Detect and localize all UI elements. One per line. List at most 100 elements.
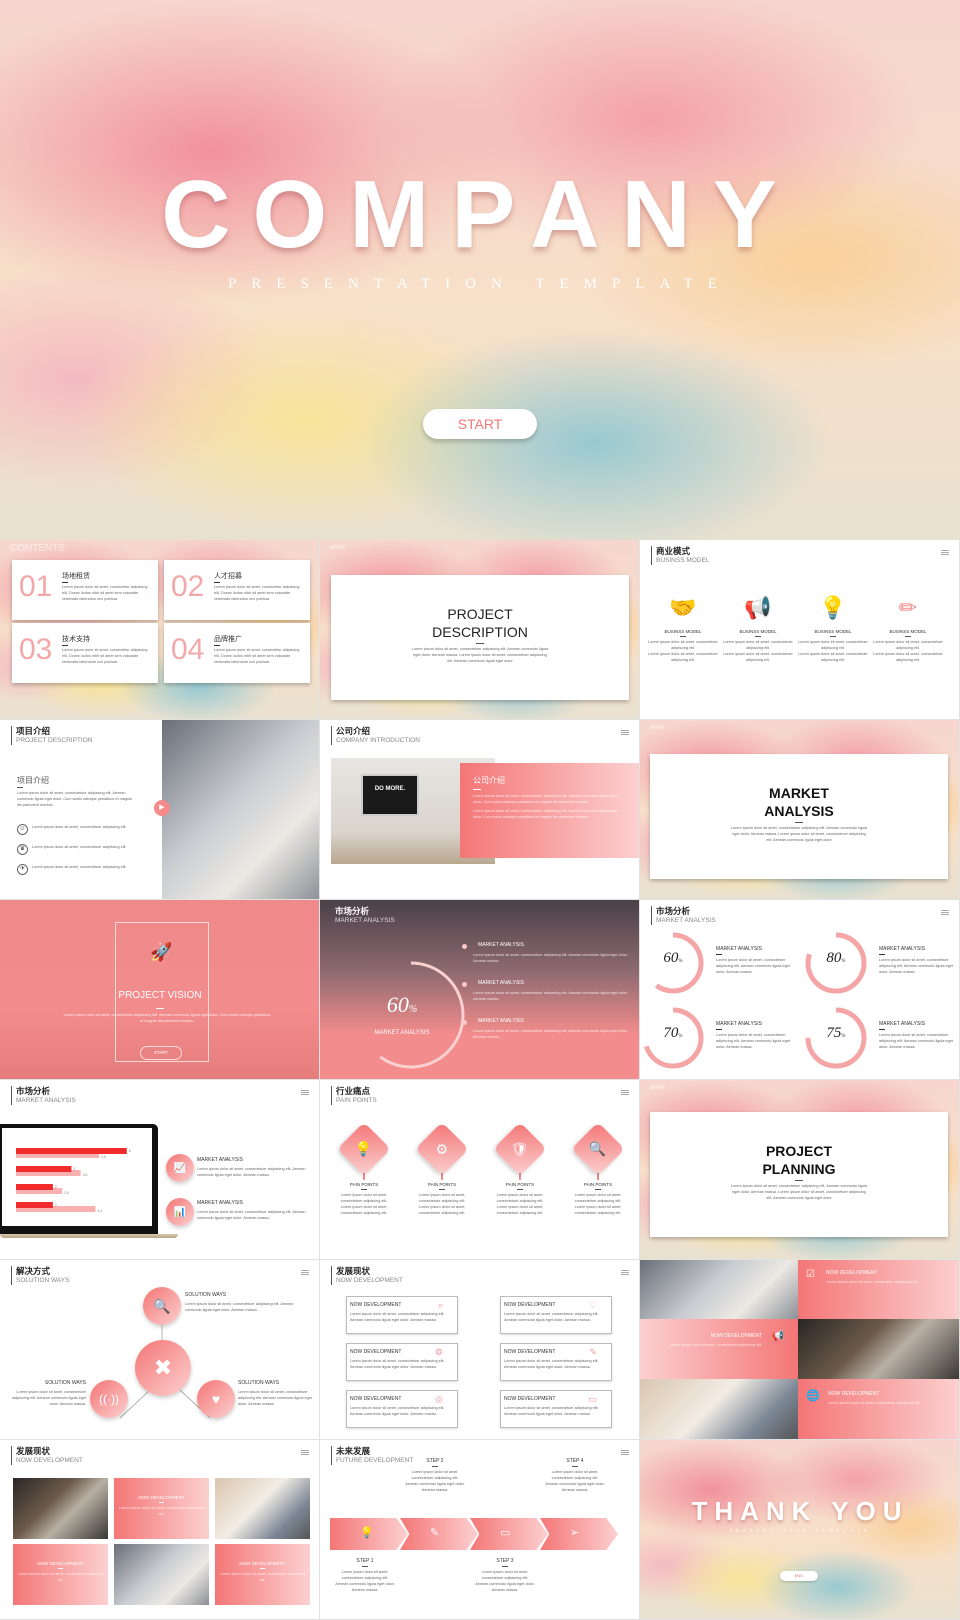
bar-series1 [16,1148,127,1154]
slide-company-intro[interactable]: 公司介绍 COMPANY INTRODUCTION DO MORE. 公司介绍 L… [320,720,640,900]
card-number: 01 [19,570,53,603]
text-line: bibendum orci pulvinar. [79,597,119,601]
card-text: Lorem ipsum dolor sit amet, consectetur … [214,647,306,665]
slide-now-development-grid[interactable]: 发展现状 NOW DEVELOPMENT NOW DEVELOPMENT Lore… [0,1440,320,1620]
photo [640,1379,798,1439]
step-text: Lorem ipsum dolor sit amet, consectetuer… [545,1470,605,1492]
slide-solution-ways[interactable]: 解决方式 SOLUTION WAYS 🔍 ✖ ((·)) ♥ SOLUTION W… [0,1260,320,1440]
header-cn: 项目介绍 [16,726,51,736]
item-text: Lorem ipsum dolor sit amet, consectetuer… [716,958,790,974]
slide-future-development[interactable]: 未来发展 FUTURE DEVELOPMENT 💡 STEP 1 Lorem ip… [320,1440,640,1620]
item-text: Lorem ipsum dolor sit amet, consectetuer… [574,1205,622,1215]
vision-start-button[interactable]: START [140,1046,182,1060]
contents-card[interactable]: 03 技术支持 Lorem ipsum dolor sit amet, cons… [12,623,158,683]
card-number: 03 [19,633,53,666]
menu-icon[interactable] [301,1090,309,1095]
item-title: PAIN POINTS [505,1182,535,1187]
menu-icon[interactable] [941,910,949,915]
business-item: 🤝 BUSINSS MODEL Lorem ipsum dolor sit am… [648,595,718,663]
card-text: Lorem ipsum dolor sit amet, consectetur … [214,584,306,602]
menu-icon[interactable] [301,1450,309,1455]
slide-project-vision[interactable]: 🚀 PROJECT VISION Lorem ipsum dolor sit a… [0,900,320,1080]
slide-project-intro[interactable]: 项目介绍 PROJECT DESCRIPTION 项目介绍 Lorem ipsum… [0,720,320,900]
thanks-subtitle: PRESENTATION TEMPLATE [729,1528,871,1533]
slide-market-dark[interactable]: 市场分析 MARKET ANALYSIS 60% MARKET ANALYSIS … [320,900,640,1080]
contents-card[interactable]: 01 场地租赁 Lorem ipsum dolor sit amet, cons… [12,560,158,620]
card-number: 02 [171,570,205,603]
section-title-2: PLANNING [762,1161,836,1177]
item-text: Lorem ipsum dolor sit amet, consectetuer… [879,958,953,974]
slide-project-description[interactable]: MORE PROJECT DESCRIPTION Lorem ipsum dol… [320,540,640,720]
slide-header: 发展现状 NOW DEVELOPMENT [11,1446,83,1465]
menu-icon[interactable] [621,1450,629,1455]
contents-card[interactable]: 04 品牌推广 Lorem ipsum dolor sit amet, cons… [164,623,310,683]
menu-icon[interactable] [941,550,949,555]
menu-icon[interactable] [621,1090,629,1095]
menu-icon[interactable] [621,1270,629,1275]
box-title: 公司介绍 [473,776,505,785]
slide-project-planning[interactable]: MORE PROJECT PLANNING Lorem ipsum dolor … [640,1080,960,1260]
end-button[interactable]: END [780,1571,818,1581]
item-text: Lorem ipsum dolor sit amet, consectetuer… [418,1205,466,1215]
lightbulb-icon: 💡 [337,1122,391,1176]
panel-text: Lorem ipsum dolor sit amet, consectetur … [828,1401,921,1405]
box-text: Lorem ipsum dolor sit amet, consectetuer… [350,1406,445,1416]
value-number: 70 [663,1025,679,1041]
section-title-2: ANALYSIS [764,803,834,819]
item-text: Lorem ipsum dolor sit amet, consectetuer… [238,1390,312,1406]
pain-item: 🛡 PAIN POINTS Lorem ipsum dolor sit amet… [486,1122,554,1216]
slide-thank-you[interactable]: THANK YOU PRESENTATION TEMPLATE END [640,1440,960,1620]
item-text: Lorem ipsum dolor sit amet, consectetuer… [496,1205,544,1215]
ring-value: 80% [815,950,857,967]
text-line: bibendum orci pulvinar. [231,660,271,664]
slide-business-model[interactable]: 商业模式 BUSINSS MODEL 🤝 BUSINSS MODEL Lorem … [640,540,960,720]
header-cn: 市场分析 [656,906,691,916]
play-button[interactable]: ▶ [154,800,170,816]
item-text: Lorem ipsum dolor sit amet, consectetuer… [574,1193,622,1203]
section-title-1: PROJECT [447,606,513,622]
panel-text: Lorem ipsum dolor sit amet, consectetur … [219,1572,306,1582]
bar-chart: 6 4.5 3 3.5 2 2.5 2 4.3 [2,1128,152,1226]
more-tag: MORE [650,725,665,731]
slide-pain-points[interactable]: 行业痛点 PAIN POINTS 💡 PAIN POINTS Lorem ipsu… [320,1080,640,1260]
contents-card[interactable]: 02 人才招募 Lorem ipsum dolor sit amet, cons… [164,560,310,620]
item-text: Lorem ipsum dolor sit amet, consectetuer… [716,1033,790,1049]
menu-icon[interactable] [621,730,629,735]
slide-market-bars[interactable]: 市场分析 MARKET ANALYSIS 6 4.5 3 3.5 2 2.5 2 4.3 📈 M… [0,1080,320,1260]
dev-panel: NOW DEVELOPMENT Lorem ipsum dolor sit am… [114,1478,209,1539]
slide-market-rings[interactable]: 市场分析 MARKET ANALYSIS 60% MARKET ANALYSIS … [640,900,960,1080]
ring-item: 60% MARKET ANALYSIS Lorem ipsum dolor si… [640,928,797,1000]
panel-title: NOW DEVELOPMENT [37,1561,84,1566]
value-number: 75 [826,1025,842,1041]
item-text: Lorem ipsum dolor sit amet, consectetuer… [879,1033,953,1049]
text-line: bibendum orci pulvinar. [79,660,119,664]
slide-now-development-photos[interactable]: ☑ NOW DEVELOPMENT Lorem ipsum dolor sit … [640,1260,960,1440]
development-box: NOW DEVELOPMENT ✎ Lorem ipsum dolor sit … [500,1343,612,1381]
development-box: NOW DEVELOPMENT ⚙ Lorem ipsum dolor sit … [346,1343,458,1381]
item-title: MARKET ANALYSIS [478,980,524,986]
section-title-1: MARKET [769,785,829,801]
dot-icon [462,982,467,987]
search-icon: ⌕ [437,1300,443,1310]
ring-value: 75% [815,1025,857,1042]
photo [798,1319,959,1379]
panel-text: Lorem ipsum dolor sit amet, consectetur … [17,1572,104,1582]
slide-market-section[interactable]: MORE MARKET ANALYSIS Lorem ipsum dolor s… [640,720,960,900]
step-label: STEP 4 [566,1458,584,1464]
value-number: 60 [663,950,679,966]
pencil-icon: ✎ [430,1527,440,1539]
slide-contents[interactable]: CONTENTS 01 场地租赁 Lorem ipsum dolor sit a… [0,540,320,720]
header-cn: 发展现状 [336,1266,371,1276]
slide-now-development-boxes[interactable]: 发展现状 NOW DEVELOPMENT NOW DEVELOPMENT ⌕ Lo… [320,1260,640,1440]
megaphone-icon: 📢 [744,595,772,620]
slide-header: 项目介绍 PROJECT DESCRIPTION [11,726,92,745]
team-icon: ☺ [17,824,28,835]
ring-value: 60% [372,992,432,1018]
development-box: NOW DEVELOPMENT ♡ Lorem ipsum dolor sit … [500,1296,612,1334]
section-title-1: PROJECT [765,1143,833,1159]
item-text: Lorem ipsum dolor sit amet, consectetuer… [873,652,943,662]
start-button[interactable]: START [423,409,537,439]
box-text: Lorem ipsum dolor sit amet, consectetuer… [350,1312,445,1322]
step-label: STEP 2 [426,1458,444,1464]
contents-label: CONTENTS [10,543,65,554]
